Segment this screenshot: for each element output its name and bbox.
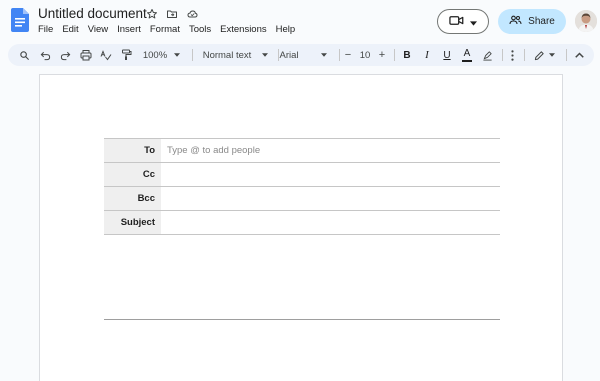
cloud-status-icon[interactable]	[185, 7, 199, 21]
zoom-dropdown-icon[interactable]	[172, 44, 182, 66]
to-field[interactable]: Type @ to add people	[161, 138, 500, 163]
bcc-label: Bcc	[104, 186, 161, 211]
redo-icon[interactable]	[57, 44, 73, 66]
spellcheck-icon[interactable]	[98, 44, 114, 66]
subject-label: Subject	[104, 210, 161, 235]
subject-field[interactable]	[161, 210, 500, 235]
avatar[interactable]	[575, 10, 597, 32]
text-color-button[interactable]: A	[460, 44, 474, 66]
decrease-font-size-button[interactable]: −	[342, 44, 354, 66]
bold-button[interactable]: B	[400, 44, 414, 66]
menu-format[interactable]: Format	[150, 24, 180, 35]
undo-icon[interactable]	[37, 44, 53, 66]
menu-bar: File Edit View Insert Format Tools Exten…	[38, 24, 295, 35]
share-button[interactable]: Share	[498, 9, 566, 34]
menu-help[interactable]: Help	[276, 24, 296, 35]
search-menus-icon[interactable]	[16, 44, 32, 66]
zoom-value[interactable]: 100%	[140, 44, 170, 66]
hide-menus-chevron-up-icon[interactable]	[572, 44, 586, 66]
document-title[interactable]: Untitled document	[38, 6, 147, 21]
increase-font-size-button[interactable]: +	[376, 44, 388, 66]
cc-row: Cc	[104, 162, 500, 187]
cc-field[interactable]	[161, 162, 500, 187]
app-header: Untitled document File Edit View Insert …	[0, 0, 600, 40]
text-color-glyph: A	[463, 47, 471, 59]
menu-view[interactable]: View	[88, 24, 108, 35]
underline-button[interactable]: U	[440, 44, 454, 66]
move-folder-icon[interactable]	[165, 7, 179, 21]
share-label: Share	[528, 16, 555, 27]
email-body-divider	[104, 319, 500, 320]
highlight-color-icon[interactable]	[480, 44, 494, 66]
menu-tools[interactable]: Tools	[189, 24, 211, 35]
font-family-select[interactable]: Arial	[279, 44, 299, 66]
formatting-toolbar: 100% Normal text Arial − 10 + B I U A	[8, 44, 594, 66]
style-dropdown-icon[interactable]	[260, 44, 270, 66]
video-camera-icon	[449, 13, 464, 31]
bcc-field[interactable]	[161, 186, 500, 211]
email-draft-table: To Type @ to add people Cc Bcc Subject	[104, 138, 500, 235]
menu-insert[interactable]: Insert	[117, 24, 141, 35]
print-icon[interactable]	[78, 44, 94, 66]
meet-button[interactable]	[437, 9, 489, 34]
editing-mode-dropdown-icon[interactable]	[547, 44, 557, 66]
paragraph-style-select[interactable]: Normal text	[197, 44, 257, 66]
cc-label: Cc	[104, 162, 161, 187]
paint-format-icon[interactable]	[118, 44, 134, 66]
to-row: To Type @ to add people	[104, 138, 500, 163]
menu-file[interactable]: File	[38, 24, 53, 35]
to-label: To	[104, 138, 161, 163]
text-color-bar	[462, 59, 472, 62]
font-size-input[interactable]: 10	[357, 44, 373, 66]
menu-extensions[interactable]: Extensions	[220, 24, 266, 35]
people-icon	[509, 15, 522, 28]
bcc-row: Bcc	[104, 186, 500, 211]
more-options-icon[interactable]	[506, 44, 518, 66]
star-icon[interactable]	[145, 7, 159, 21]
italic-button[interactable]: I	[420, 44, 434, 66]
menu-edit[interactable]: Edit	[62, 24, 78, 35]
subject-row: Subject	[104, 210, 500, 235]
editing-mode-icon[interactable]	[532, 44, 546, 66]
docs-logo-icon[interactable]	[11, 8, 29, 37]
font-dropdown-icon[interactable]	[318, 44, 330, 66]
chevron-down-icon	[470, 13, 477, 31]
